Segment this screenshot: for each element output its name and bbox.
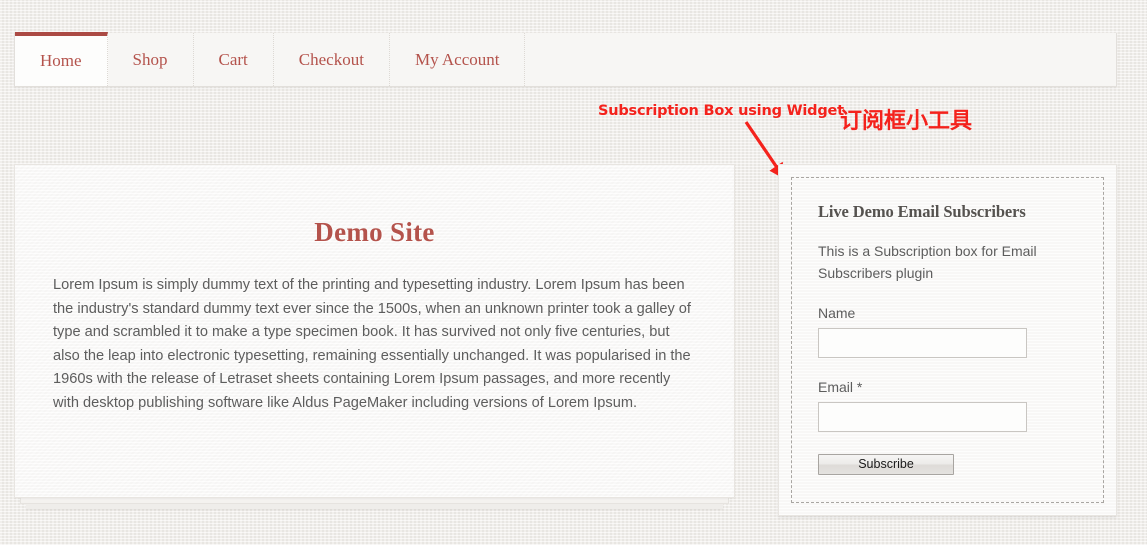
page-title: Demo Site <box>314 217 435 247</box>
main-navigation: Home Shop Cart Checkout My Account <box>14 32 1117 87</box>
nav-item-label: My Account <box>414 49 500 69</box>
subscription-widget-card: Live Demo Email Subscribers This is a Su… <box>778 164 1117 516</box>
body-paragraph: Lorem Ipsum is simply dummy text of the … <box>53 277 691 411</box>
name-input[interactable] <box>818 328 1027 358</box>
email-input[interactable] <box>818 402 1027 432</box>
content-card-paper-stack-bottom <box>26 504 723 509</box>
email-field-label: Email * <box>818 379 863 395</box>
subscribe-button[interactable]: Subscribe <box>818 454 954 475</box>
widget-title: Live Demo Email Subscribers <box>818 202 1026 221</box>
nav-item-checkout[interactable]: Checkout <box>274 33 390 86</box>
nav-item-my-account[interactable]: My Account <box>390 33 526 86</box>
annotation-chinese-label: 订阅框小工具 <box>840 109 973 134</box>
nav-item-shop[interactable]: Shop <box>108 33 194 86</box>
nav-empty-space <box>525 33 1116 86</box>
name-field-label: Name <box>818 305 856 321</box>
widget-description: This is a Subscription box for Email Sub… <box>818 243 1037 281</box>
subscription-widget-dashed-frame: Live Demo Email Subscribers This is a Su… <box>791 177 1104 503</box>
main-content-card: Demo Site Lorem Ipsum is simply dummy te… <box>14 164 735 498</box>
nav-item-label: Home <box>40 51 82 70</box>
nav-item-label: Checkout <box>298 49 364 69</box>
nav-item-label: Shop <box>132 49 168 69</box>
nav-item-cart[interactable]: Cart <box>194 33 274 86</box>
annotation-english-label: Subscription Box using Widget <box>598 103 844 119</box>
nav-item-home[interactable]: Home <box>15 32 108 86</box>
content-card-paper-stack-middle <box>20 498 729 504</box>
nav-item-label: Cart <box>218 49 248 69</box>
